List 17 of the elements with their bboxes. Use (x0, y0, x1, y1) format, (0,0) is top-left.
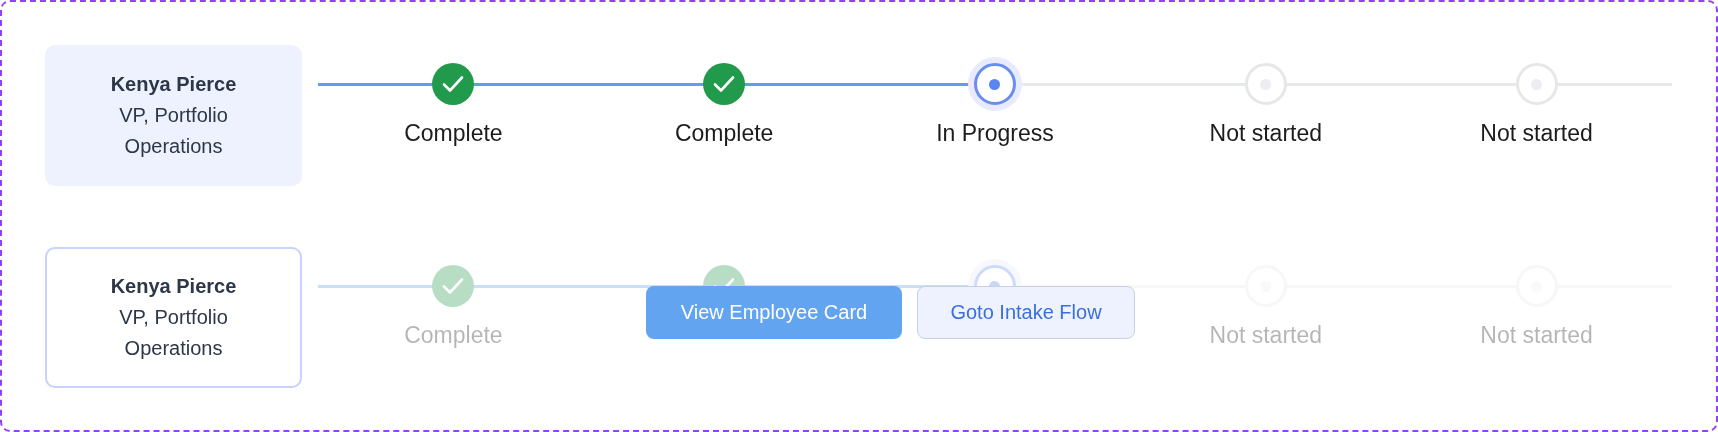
check-circle-icon (703, 63, 746, 105)
step-label: Not started (1480, 119, 1593, 147)
check-circle-icon (432, 63, 475, 105)
action-button[interactable]: View Employee Card (646, 286, 902, 339)
step-label: Complete (404, 321, 503, 349)
step-label: Not started (1209, 119, 1323, 147)
employee-name: Kenya Pierce (110, 274, 237, 299)
action-button[interactable]: Goto Intake Flow (917, 286, 1135, 339)
check-circle-icon (432, 265, 475, 307)
job-title: VP, Portfolio Operations (118, 305, 229, 361)
step-label: Not started (1209, 321, 1323, 349)
step-label: Complete (404, 119, 503, 147)
step-label: In Progress (936, 119, 1054, 147)
job-title: VP, Portfolio Operations (118, 103, 229, 159)
employee-name: Kenya Pierce (110, 72, 237, 97)
step-label: Complete (674, 119, 774, 147)
step-label: Not started (1480, 321, 1593, 349)
